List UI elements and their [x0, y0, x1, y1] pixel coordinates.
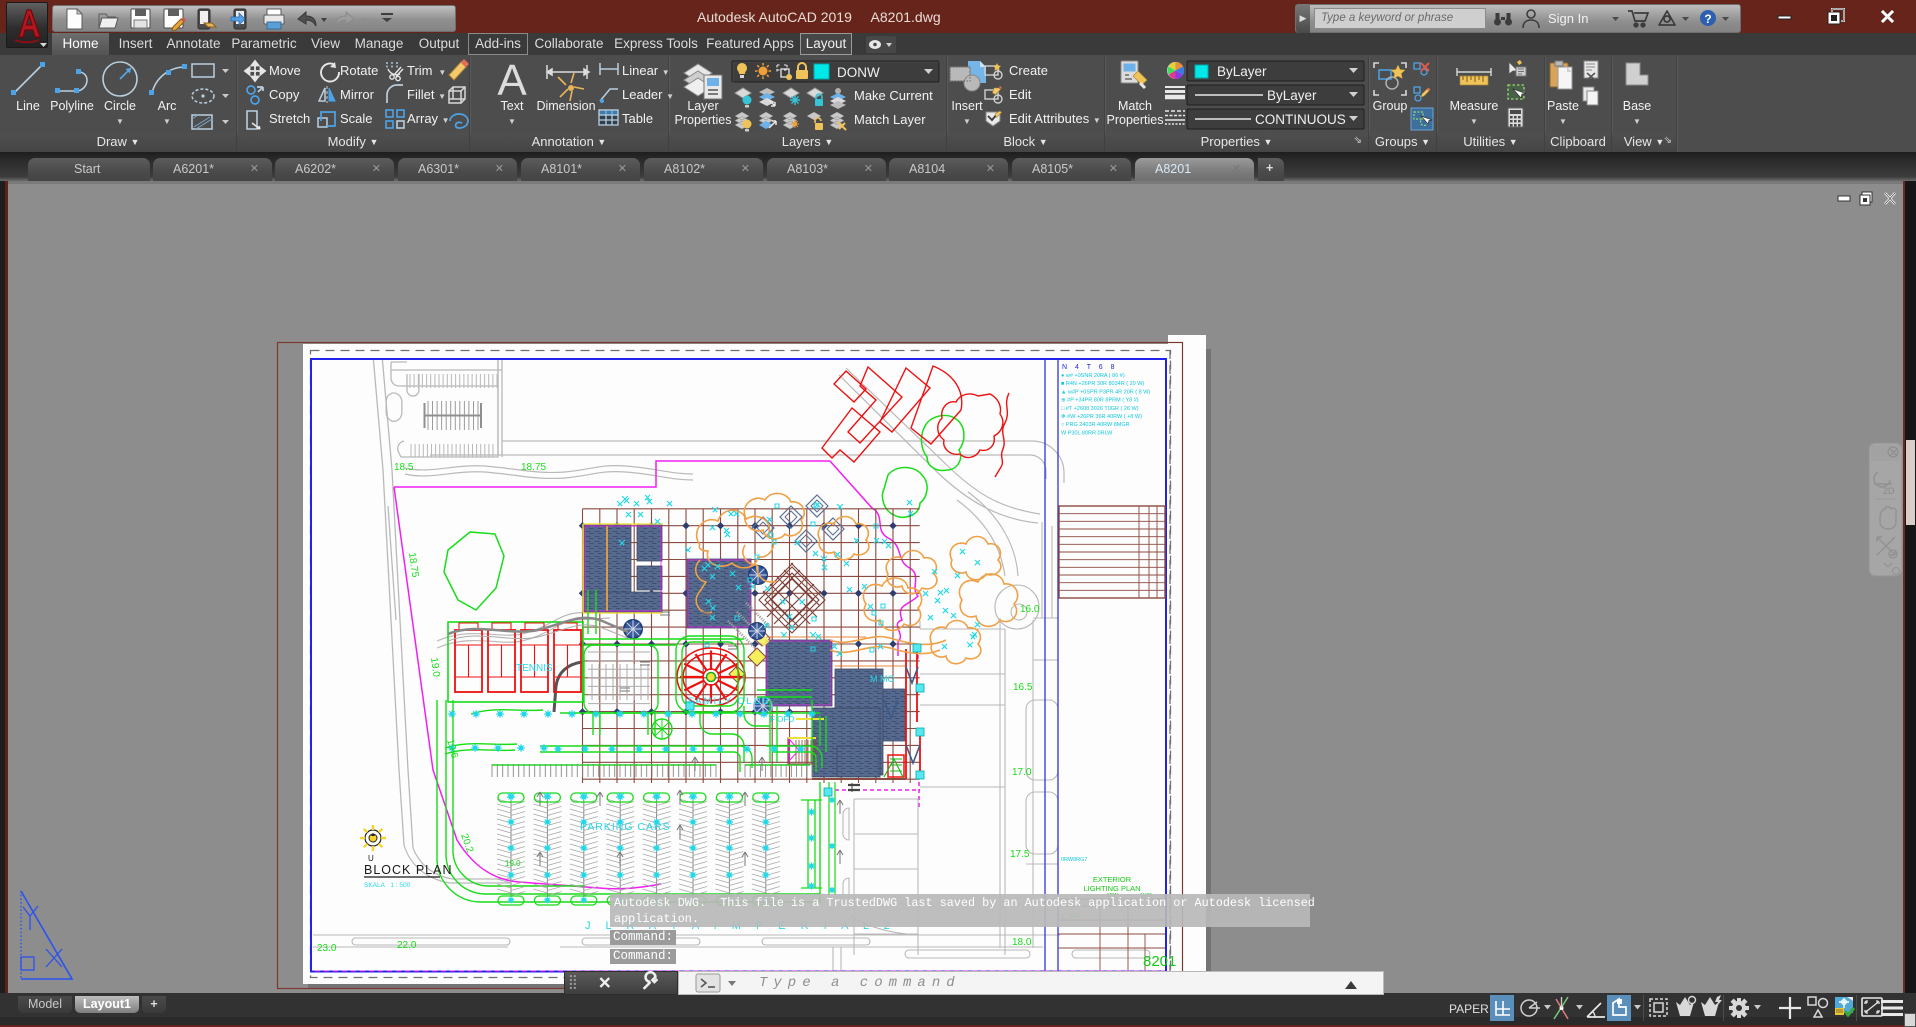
- svg-text:17.0: 17.0: [1012, 767, 1032, 778]
- svg-text:16.5: 16.5: [1013, 682, 1033, 693]
- svg-text:● w# +0SNR 20RA ( 86 #): ● w# +0SNR 20RA ( 86 #): [1061, 373, 1125, 379]
- svg-text:22.0: 22.0: [397, 940, 417, 951]
- svg-text:ByLayer: ByLayer: [1267, 88, 1317, 103]
- svg-text:LIGHTING PLAN: LIGHTING PLAN: [1083, 884, 1140, 893]
- svg-text:Sign In: Sign In: [1548, 11, 1588, 26]
- svg-text:19.0: 19.0: [505, 859, 521, 868]
- svg-text:W P30L 80RR 0RLW: W P30L 80RR 0RLW: [1061, 430, 1113, 436]
- svg-text:FAMILY CLUB: FAMILY CLUB: [688, 696, 771, 707]
- svg-text:ByLayer: ByLayer: [1217, 64, 1267, 79]
- svg-text:F OFO: F OFO: [770, 715, 794, 724]
- svg-text:✻ #W +26PR 36R 40RW ( +8 W): ✻ #W +26PR 36R 40RW ( +8 W): [1061, 413, 1142, 420]
- svg-text:18.75: 18.75: [521, 462, 546, 473]
- svg-text:0RW8RG7: 0RW8RG7: [1061, 857, 1088, 863]
- svg-text:▲ w#P +0SPR P3PR 4R 20R ( 8 W): ▲ w#P +0SPR P3PR 4R 20R ( 8 W): [1061, 389, 1150, 395]
- svg-text:U: U: [368, 854, 374, 863]
- svg-text:A: A: [497, 56, 527, 105]
- svg-text:SKALA 1 : 500: SKALA 1 : 500: [364, 882, 411, 889]
- svg-text:⊕ #P +34PR 80R 8PRM ( Y8 #): ⊕ #P +34PR 80R 8PRM ( Y8 #): [1061, 398, 1139, 404]
- svg-text:DONW: DONW: [837, 65, 880, 80]
- svg-text:18.0: 18.0: [1012, 937, 1032, 948]
- svg-text:16.0: 16.0: [1020, 604, 1040, 615]
- svg-text:EXTERIOR: EXTERIOR: [1093, 875, 1132, 884]
- svg-text:18.5: 18.5: [394, 462, 414, 473]
- svg-text:8201: 8201: [1143, 953, 1176, 970]
- svg-text:CONTINUOUS: CONTINUOUS: [1255, 112, 1346, 127]
- svg-text:TENNIS: TENNIS: [516, 663, 553, 674]
- svg-text:2D: 2D: [1883, 486, 1895, 496]
- svg-text:17.5: 17.5: [1010, 849, 1030, 860]
- svg-text:○ PRG 2403R 40RW 8MGR: ○ PRG 2403R 40RW 8MGR: [1061, 422, 1130, 428]
- svg-text:?: ?: [1704, 12, 1711, 26]
- svg-text:N 4 T 6 8: N 4 T 6 8: [1062, 364, 1118, 371]
- svg-text:□ #T +2608 3026 T0GR ( 26 W): □ #T +2608 3026 T0GR ( 26 W): [1061, 406, 1139, 412]
- svg-text:M MO: M MO: [870, 674, 895, 684]
- svg-text:■ R4N +26PR 30R 8034R ( 20 W): ■ R4N +26PR 30R 8034R ( 20 W): [1061, 381, 1144, 387]
- svg-text:BLOCK PLAN: BLOCK PLAN: [364, 863, 453, 877]
- svg-text:23.0: 23.0: [317, 943, 337, 954]
